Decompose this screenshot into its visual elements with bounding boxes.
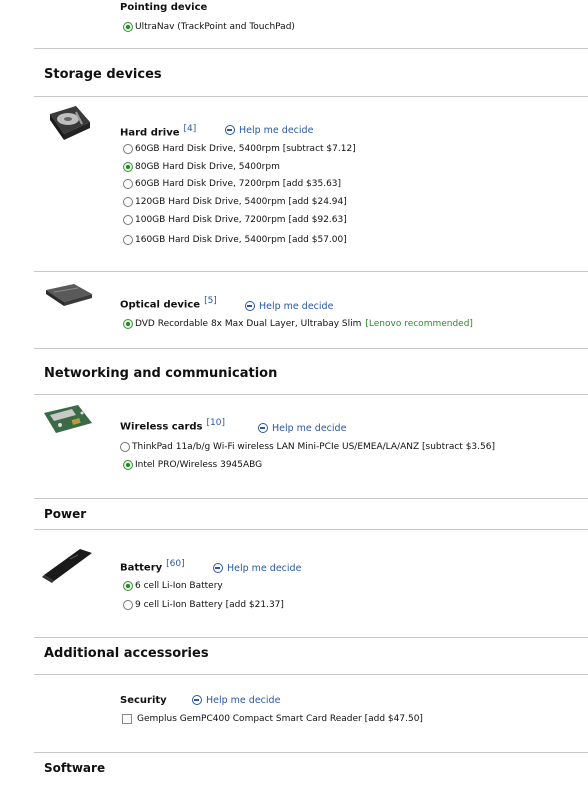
hard-drive-label-text: Hard drive: [120, 127, 180, 139]
radio-unselected[interactable]: [123, 144, 133, 154]
radio-unselected[interactable]: [123, 197, 133, 207]
hard-drive-label: Hard drive [4]: [120, 124, 196, 138]
battery-image: [42, 549, 92, 583]
option-text: 80GB Hard Disk Drive, 5400rpm: [135, 162, 280, 172]
option-text: Intel PRO/Wireless 3945ABG: [135, 460, 263, 470]
battery-label-text: Battery: [120, 562, 163, 574]
divider: [34, 96, 588, 97]
security-option-smartcard[interactable]: Gemplus GemPC400 Compact Smart Card Read…: [122, 714, 423, 724]
help-link-text[interactable]: Help me decide: [239, 125, 313, 136]
help-icon: [192, 695, 202, 705]
option-text: 60GB Hard Disk Drive, 5400rpm [subtract …: [135, 144, 356, 154]
help-me-decide-optical[interactable]: Help me decide: [245, 301, 333, 312]
radio-unselected[interactable]: [123, 179, 133, 189]
hard-drive-count[interactable]: [4]: [184, 124, 197, 134]
option-text: 60GB Hard Disk Drive, 7200rpm [add $35.6…: [135, 179, 342, 189]
radio-selected[interactable]: [123, 460, 133, 470]
optical-drive-image: [46, 284, 92, 306]
battery-option-1[interactable]: 6 cell Li-Ion Battery: [123, 581, 223, 591]
pointing-option-ultranav[interactable]: UltraNav (TrackPoint and TouchPad): [123, 22, 295, 32]
help-icon: [213, 563, 223, 573]
section-title-storage: Storage devices: [44, 67, 162, 82]
section-title-software: Software: [44, 761, 106, 775]
section-title-accessories: Additional accessories: [44, 646, 209, 661]
radio-unselected[interactable]: [120, 442, 130, 452]
divider: [34, 271, 588, 272]
divider: [34, 674, 588, 675]
option-text: 6 cell Li-Ion Battery: [135, 581, 223, 591]
help-me-decide-wireless[interactable]: Help me decide: [258, 423, 346, 434]
help-me-decide-security[interactable]: Help me decide: [192, 695, 280, 706]
radio-selected[interactable]: [123, 162, 133, 172]
radio-unselected[interactable]: [123, 600, 133, 610]
optical-option-dvd[interactable]: DVD Recordable 8x Max Dual Layer, Ultrab…: [123, 319, 473, 329]
hdd-option-6[interactable]: 160GB Hard Disk Drive, 5400rpm [add $57.…: [123, 235, 347, 245]
section-title-power: Power: [44, 507, 87, 521]
option-text: 9 cell Li-Ion Battery [add $21.37]: [135, 600, 284, 610]
option-text: ThinkPad 11a/b/g Wi-Fi wireless LAN Mini…: [132, 442, 495, 452]
radio-selected[interactable]: [123, 319, 133, 329]
wireless-option-1[interactable]: ThinkPad 11a/b/g Wi-Fi wireless LAN Mini…: [120, 442, 495, 452]
help-link-text[interactable]: Help me decide: [272, 423, 346, 434]
wireless-label-text: Wireless cards: [120, 421, 203, 433]
option-text: Gemplus GemPC400 Compact Smart Card Read…: [137, 714, 423, 724]
battery-label: Battery [60]: [120, 559, 185, 573]
hdd-option-5[interactable]: 100GB Hard Disk Drive, 7200rpm [add $92.…: [123, 215, 347, 225]
battery-count[interactable]: [60]: [166, 559, 184, 569]
option-text: DVD Recordable 8x Max Dual Layer, Ultrab…: [135, 319, 362, 329]
wireless-count[interactable]: [10]: [207, 418, 225, 428]
hard-drive-image: [50, 106, 90, 140]
wireless-option-2[interactable]: Intel PRO/Wireless 3945ABG: [123, 460, 262, 470]
hdd-option-3[interactable]: 60GB Hard Disk Drive, 7200rpm [add $35.6…: [123, 179, 341, 189]
radio-selected[interactable]: [123, 581, 133, 591]
divider: [34, 752, 588, 753]
optical-device-label: Optical device [5]: [120, 296, 217, 310]
help-icon: [245, 301, 255, 311]
section-title-networking: Networking and communication: [44, 366, 278, 381]
option-text: 120GB Hard Disk Drive, 5400rpm [add $24.…: [135, 197, 347, 207]
divider: [34, 48, 588, 49]
help-icon: [258, 423, 268, 433]
divider: [34, 394, 588, 395]
divider: [34, 529, 588, 530]
help-me-decide-hard-drive[interactable]: Help me decide: [225, 125, 313, 136]
optical-count[interactable]: [5]: [204, 296, 217, 306]
option-text: 160GB Hard Disk Drive, 5400rpm [add $57.…: [135, 235, 347, 245]
radio-selected[interactable]: [123, 22, 133, 32]
hdd-option-2[interactable]: 80GB Hard Disk Drive, 5400rpm: [123, 162, 280, 172]
recommended-badge: [Lenovo recommended]: [365, 319, 473, 329]
optical-label-text: Optical device: [120, 299, 201, 311]
divider: [34, 348, 588, 349]
radio-unselected[interactable]: [123, 215, 133, 225]
radio-unselected[interactable]: [123, 235, 133, 245]
help-link-text[interactable]: Help me decide: [259, 301, 333, 312]
help-icon: [225, 125, 235, 135]
checkbox-unchecked[interactable]: [122, 714, 132, 724]
help-link-text[interactable]: Help me decide: [206, 695, 280, 706]
battery-option-2[interactable]: 9 cell Li-Ion Battery [add $21.37]: [123, 600, 284, 610]
divider: [34, 637, 588, 638]
wireless-card-image: [44, 405, 92, 433]
pointing-device-label: Pointing device: [120, 2, 208, 13]
option-text: 100GB Hard Disk Drive, 7200rpm [add $92.…: [135, 215, 347, 225]
hdd-option-1[interactable]: 60GB Hard Disk Drive, 5400rpm [subtract …: [123, 144, 356, 154]
hdd-option-4[interactable]: 120GB Hard Disk Drive, 5400rpm [add $24.…: [123, 197, 347, 207]
option-text: UltraNav (TrackPoint and TouchPad): [135, 22, 295, 32]
security-label: Security: [120, 695, 167, 706]
wireless-cards-label: Wireless cards [10]: [120, 418, 225, 432]
divider: [34, 498, 588, 499]
help-link-text[interactable]: Help me decide: [227, 563, 301, 574]
help-me-decide-battery[interactable]: Help me decide: [213, 563, 301, 574]
